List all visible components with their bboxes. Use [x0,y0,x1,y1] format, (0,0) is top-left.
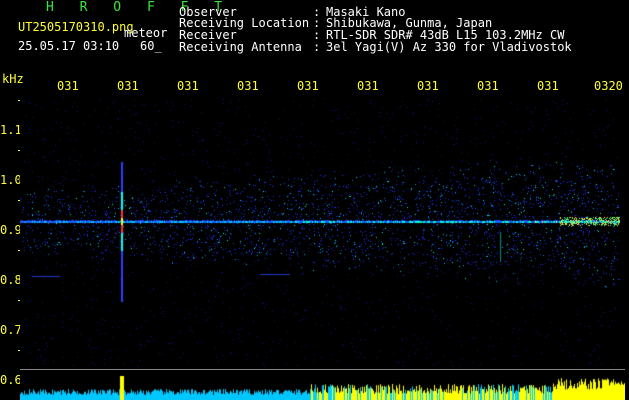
y-tick-label-2: 1.0 [0,173,22,187]
y-tick-label-4: 0.8 [0,273,22,287]
amplitude-strip [20,370,625,400]
x-tick-label-1: 031 [57,79,79,93]
datetime-label: 25.05.17 03:10 [18,39,120,53]
y-tick-label-5: 0.7 [0,323,22,337]
antenna-sep: : [313,40,321,54]
x-tick-label-10: 0320 [594,79,623,93]
x-tick-label-5: 031 [297,79,319,93]
x-tick-label-2: 031 [117,79,139,93]
x-tick-label-4: 031 [237,79,259,93]
filename-label: UT2505170310.png [18,20,134,34]
type-label: meteor [124,26,168,40]
x-tick-label-7: 031 [417,79,439,93]
antenna-value: 3el Yagi(V) Az 330 for Vladivostok [326,40,572,54]
antenna-label: Receiving Antenna [179,40,302,54]
spectrogram-plot [20,97,620,367]
y-tick-label-1: 1.1 [0,123,22,137]
y-axis-unit: kHz [2,72,24,86]
y-tick-label-3: 0.9 [0,223,22,237]
x-tick-label-9: 031 [537,79,559,93]
x-tick-label-3: 031 [177,79,199,93]
spectrogram-screen: H R O F F T UT2505170310.png meteor 25.0… [0,0,629,400]
x-tick-label-6: 031 [357,79,379,93]
duration-label: 60_ [140,39,162,53]
x-tick-label-8: 031 [477,79,499,93]
y-tick-label-6: 0.6 [0,373,22,387]
